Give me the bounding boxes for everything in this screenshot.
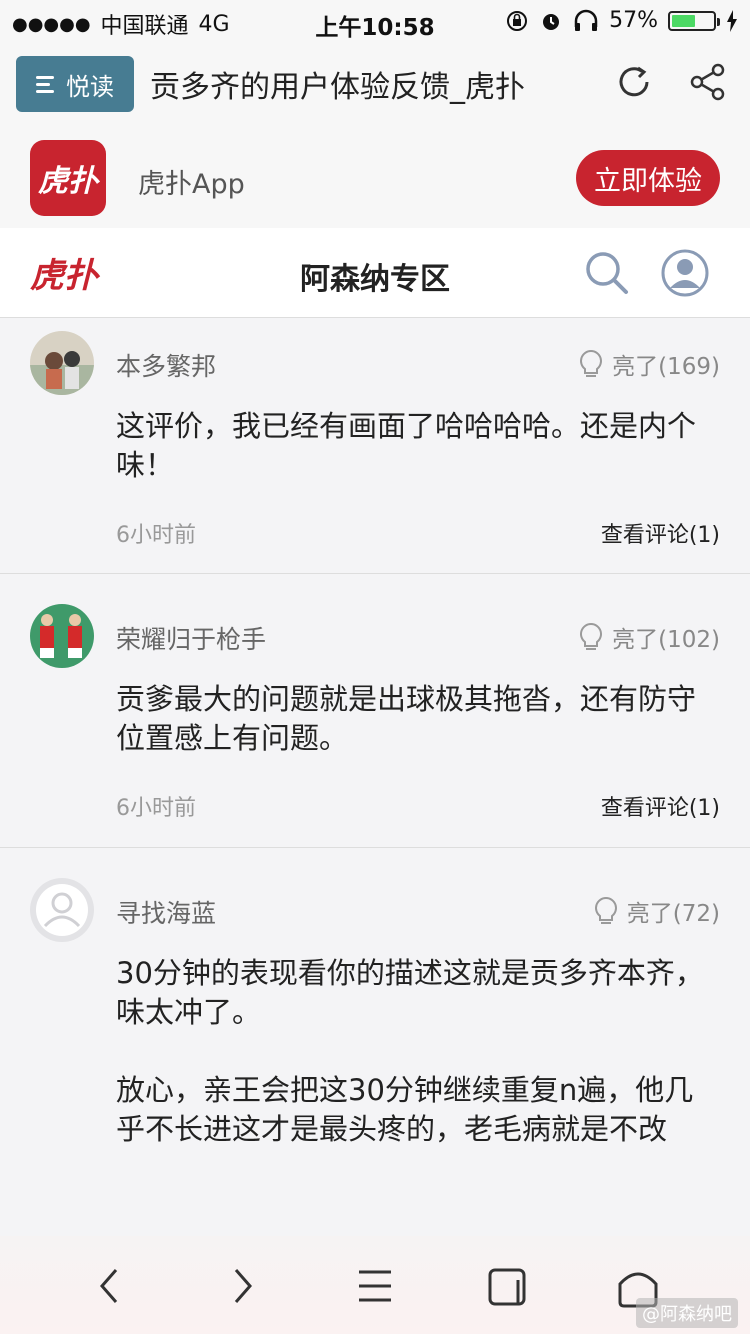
comment-time: 6小时前 bbox=[116, 796, 196, 821]
comment-item: 寻找海蓝 亮了(72) 30分钟的表现看你的描述这就是贡多齐本齐，味太冲了。 放… bbox=[0, 848, 750, 1248]
tabs-icon[interactable] bbox=[484, 1262, 532, 1310]
lightbulb-icon bbox=[580, 349, 603, 377]
comment-text: 这评价，我已经有画面了哈哈哈哈。还是内个味！ bbox=[116, 409, 697, 482]
app-download-banner: 虎扑 虎扑App 立即体验 bbox=[0, 128, 750, 228]
lightbulb-icon bbox=[580, 622, 603, 650]
comment-item: 本多繁邦 亮了(169) 这评价，我已经有画面了哈哈哈哈。还是内个味！ 6小时前… bbox=[0, 319, 750, 574]
page-title: 贡多齐的用户体验反馈_虎扑 bbox=[150, 70, 525, 105]
user-icon[interactable] bbox=[660, 248, 710, 298]
comment-text: 30分钟的表现看你的描述这就是贡多齐本齐，味太冲了。 放心，亲王会把这30分钟继… bbox=[116, 956, 704, 1146]
comment-list: 本多繁邦 亮了(169) 这评价，我已经有画面了哈哈哈哈。还是内个味！ 6小时前… bbox=[0, 319, 750, 1248]
share-icon[interactable] bbox=[688, 62, 728, 102]
list-icon bbox=[36, 75, 54, 93]
headphones-icon bbox=[574, 9, 598, 31]
watermark: @阿森纳吧 bbox=[636, 1298, 738, 1328]
like-button[interactable]: 亮了(169) bbox=[578, 347, 720, 381]
view-replies-link[interactable]: 查看评论(1) bbox=[601, 517, 720, 549]
avatar[interactable] bbox=[30, 604, 94, 668]
comment-item: 荣耀归于枪手 亮了(102) 贡爹最大的问题就是出球极其拖沓，还有防守位置感上有… bbox=[0, 574, 750, 848]
battery-percent: 57% bbox=[609, 8, 658, 33]
like-count: 亮了(102) bbox=[612, 627, 720, 653]
avatar[interactable] bbox=[30, 878, 94, 942]
status-bar: ●●●●● 中国联通 4G 上午10:58 57% bbox=[0, 0, 750, 41]
like-count: 亮了(169) bbox=[612, 354, 720, 380]
section-title: 阿森纳专区 bbox=[300, 262, 450, 297]
browser-toolbar: 悦读 贡多齐的用户体验反馈_虎扑 bbox=[0, 40, 750, 128]
avatar[interactable] bbox=[30, 331, 94, 395]
charging-icon bbox=[727, 9, 737, 32]
try-now-button[interactable]: 立即体验 bbox=[576, 150, 720, 206]
reader-mode-label: 悦读 bbox=[66, 72, 114, 101]
comment-time: 6小时前 bbox=[116, 523, 196, 548]
username[interactable]: 荣耀归于枪手 bbox=[116, 620, 266, 656]
app-logo-text: 虎扑 bbox=[38, 164, 98, 199]
lock-rotation-icon bbox=[507, 10, 528, 31]
search-icon[interactable] bbox=[582, 248, 632, 298]
back-icon[interactable] bbox=[86, 1262, 134, 1310]
browser-bottom-toolbar: @阿森纳吧 bbox=[0, 1236, 750, 1334]
refresh-icon[interactable] bbox=[614, 62, 654, 102]
view-replies-link[interactable]: 查看评论(1) bbox=[601, 790, 720, 822]
alarm-icon bbox=[543, 13, 560, 30]
like-button[interactable]: 亮了(72) bbox=[593, 894, 720, 928]
like-count: 亮了(72) bbox=[626, 901, 720, 927]
app-name: 虎扑App bbox=[138, 169, 245, 200]
username[interactable]: 本多繁邦 bbox=[116, 347, 216, 383]
like-button[interactable]: 亮了(102) bbox=[578, 620, 720, 654]
comment-text: 贡爹最大的问题就是出球极其拖沓，还有防守位置感上有问题。 bbox=[116, 682, 697, 755]
battery-fill bbox=[672, 14, 695, 27]
reader-mode-button[interactable]: 悦读 bbox=[16, 56, 134, 112]
forward-icon[interactable] bbox=[218, 1262, 266, 1310]
battery-icon bbox=[668, 10, 720, 31]
app-logo[interactable]: 虎扑 bbox=[30, 140, 106, 216]
username[interactable]: 寻找海蓝 bbox=[116, 894, 216, 930]
menu-icon[interactable] bbox=[351, 1262, 399, 1310]
lightbulb-icon bbox=[594, 896, 617, 924]
site-header: 虎扑 阿森纳专区 bbox=[0, 228, 750, 318]
